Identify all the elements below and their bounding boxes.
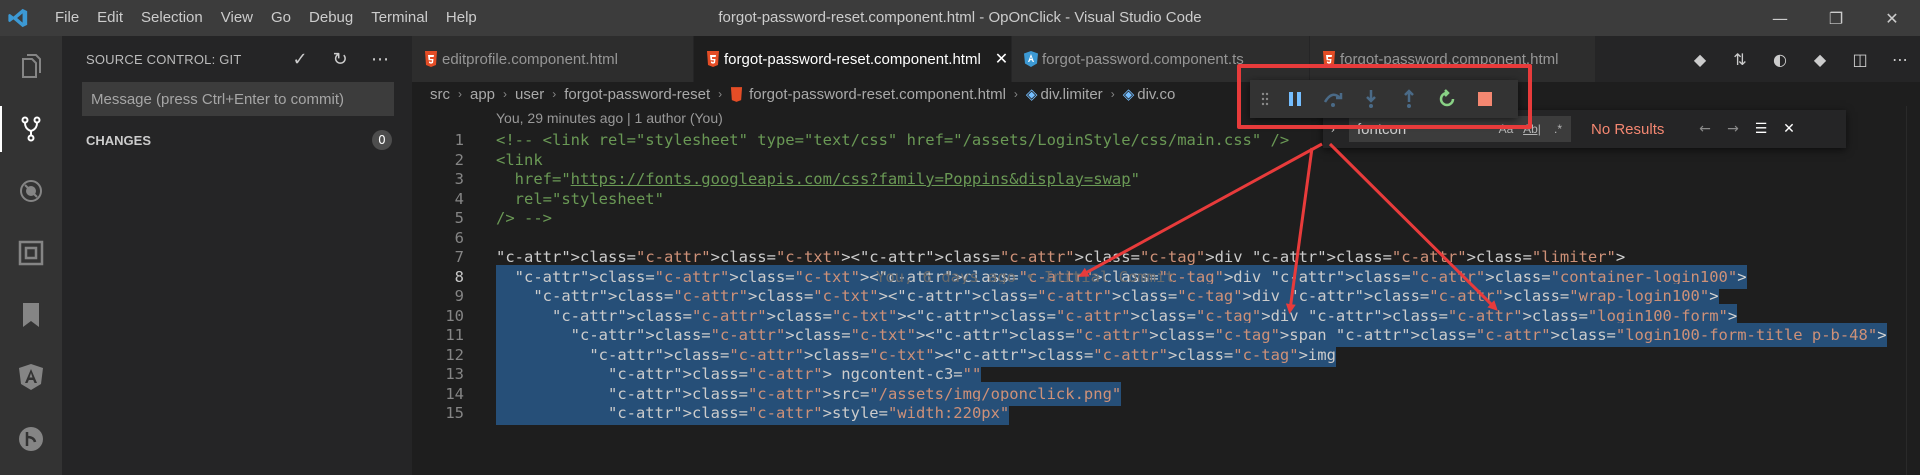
breadcrumb-item[interactable]: forgot-password-reset bbox=[564, 86, 710, 103]
window-controls: — ❐ ✕ bbox=[1752, 0, 1920, 36]
menu-edit[interactable]: Edit bbox=[88, 0, 132, 36]
breadcrumb-item[interactable]: app bbox=[470, 86, 495, 103]
more-actions-icon[interactable]: ⋯ bbox=[360, 49, 400, 70]
breadcrumb-item[interactable]: user bbox=[515, 86, 544, 103]
chevron-right-icon: › bbox=[1110, 87, 1115, 101]
menu-terminal[interactable]: Terminal bbox=[362, 0, 437, 36]
menu-go[interactable]: Go bbox=[262, 0, 300, 36]
panel-actions: ✓ ↻ ⋯ bbox=[280, 49, 400, 70]
cube-icon: ◈ bbox=[1122, 86, 1135, 103]
git-commit-icon[interactable]: ◆ bbox=[1680, 50, 1720, 69]
menu-help[interactable]: Help bbox=[437, 0, 486, 36]
panel-header: SOURCE CONTROL: GIT ✓ ↻ ⋯ bbox=[62, 36, 412, 82]
menu-selection[interactable]: Selection bbox=[132, 0, 212, 36]
code-line[interactable]: 15 "c-attr">class="c-attr">style="width:… bbox=[412, 401, 1912, 425]
close-tab-icon[interactable]: ✕ bbox=[995, 49, 1008, 69]
editor-actions: ◆ ⇅ ◐ ◆ ◫ ⋯ bbox=[1674, 36, 1920, 82]
commit-message-box bbox=[82, 82, 394, 116]
more-actions-icon[interactable]: ⋯ bbox=[1880, 50, 1920, 69]
tab-editprofile-html[interactable]: editprofile.component.html bbox=[412, 36, 694, 82]
tab-label: forgot-password.component.ts bbox=[1042, 50, 1244, 68]
debug-icon[interactable] bbox=[0, 160, 62, 222]
restore-button[interactable]: ❐ bbox=[1808, 0, 1864, 36]
panel-title: SOURCE CONTROL: GIT bbox=[86, 51, 242, 67]
code-editor[interactable]: You, 29 minutes ago | 1 author (You) 1 <!… bbox=[412, 106, 1920, 475]
editor-scrollbar[interactable] bbox=[1906, 106, 1920, 475]
menu-bar: File Edit Selection View Go Debug Termin… bbox=[46, 0, 486, 36]
previous-match-icon[interactable]: ← bbox=[1691, 121, 1719, 137]
git-branch-icon[interactable]: ◆ bbox=[1800, 50, 1840, 69]
source-control-panel: SOURCE CONTROL: GIT ✓ ↻ ⋯ CHANGES 0 bbox=[62, 36, 412, 475]
breadcrumb-item[interactable]: div.co bbox=[1137, 86, 1175, 103]
menu-debug[interactable]: Debug bbox=[300, 0, 362, 36]
activity-bar bbox=[0, 36, 62, 475]
changes-count-badge: 0 bbox=[372, 130, 392, 150]
tab-forgot-password-reset-html[interactable]: forgot-password-reset.component.html ✕ bbox=[694, 36, 1012, 82]
chevron-right-icon: › bbox=[552, 87, 557, 101]
tab-label: editprofile.component.html bbox=[442, 50, 618, 68]
commit-message-input[interactable] bbox=[91, 90, 393, 108]
html-icon bbox=[707, 51, 719, 67]
next-match-icon[interactable]: → bbox=[1719, 121, 1747, 137]
angular-icon[interactable] bbox=[0, 346, 62, 408]
menu-view[interactable]: View bbox=[212, 0, 262, 36]
vscode-logo-icon bbox=[0, 0, 36, 36]
tab-label: forgot-password-reset.component.html bbox=[724, 50, 981, 68]
find-result-count: No Results bbox=[1591, 120, 1665, 138]
chevron-right-icon: › bbox=[503, 87, 508, 101]
compare-changes-icon[interactable]: ⇅ bbox=[1720, 50, 1760, 69]
breadcrumb-item[interactable]: src bbox=[430, 86, 450, 103]
git-codelens[interactable]: You, 29 minutes ago | 1 author (You) bbox=[496, 110, 723, 126]
bookmark-icon[interactable] bbox=[0, 284, 62, 346]
breadcrumb-item[interactable]: div.limiter bbox=[1040, 86, 1102, 103]
close-window-button[interactable]: ✕ bbox=[1864, 0, 1920, 36]
cube-icon: ◈ bbox=[1025, 86, 1038, 103]
chevron-right-icon: › bbox=[458, 87, 462, 101]
breadcrumb: src › app › user › forgot-password-reset › f… bbox=[412, 82, 1920, 106]
editor-tabs: editprofile.component.html forgot-passwo… bbox=[412, 36, 1920, 82]
line-number: 15 bbox=[445, 404, 464, 422]
angular-icon bbox=[1024, 51, 1038, 67]
git-graph-icon[interactable] bbox=[0, 408, 62, 470]
breadcrumb-item[interactable]: forgot-password-reset.component.html bbox=[749, 86, 1006, 103]
chevron-right-icon: › bbox=[1013, 87, 1018, 101]
refresh-icon[interactable]: ↻ bbox=[320, 49, 360, 70]
title-bar: File Edit Selection View Go Debug Termin… bbox=[0, 0, 1920, 36]
annotation-highlight-box bbox=[1237, 64, 1532, 129]
html-icon bbox=[731, 86, 743, 102]
changes-label: CHANGES bbox=[86, 132, 152, 148]
chevron-right-icon: › bbox=[718, 87, 723, 101]
menu-file[interactable]: File bbox=[46, 0, 88, 36]
explorer-icon[interactable] bbox=[0, 36, 62, 98]
use-regex-button[interactable]: .* bbox=[1545, 122, 1571, 136]
open-changes-icon[interactable]: ◐ bbox=[1760, 50, 1800, 69]
changes-section-header[interactable]: CHANGES 0 bbox=[62, 126, 412, 154]
extensions-icon[interactable] bbox=[0, 222, 62, 284]
commit-check-icon[interactable]: ✓ bbox=[280, 49, 320, 70]
source-control-icon[interactable] bbox=[0, 98, 62, 160]
code-text: "c-attr">class="c-attr">style="width:220… bbox=[496, 401, 1010, 425]
close-find-icon[interactable]: ✕ bbox=[1775, 121, 1803, 137]
find-in-selection-icon[interactable]: ☰ bbox=[1747, 121, 1775, 137]
minimize-button[interactable]: — bbox=[1752, 0, 1808, 36]
html-icon bbox=[425, 51, 437, 67]
split-editor-icon[interactable]: ◫ bbox=[1840, 50, 1880, 69]
